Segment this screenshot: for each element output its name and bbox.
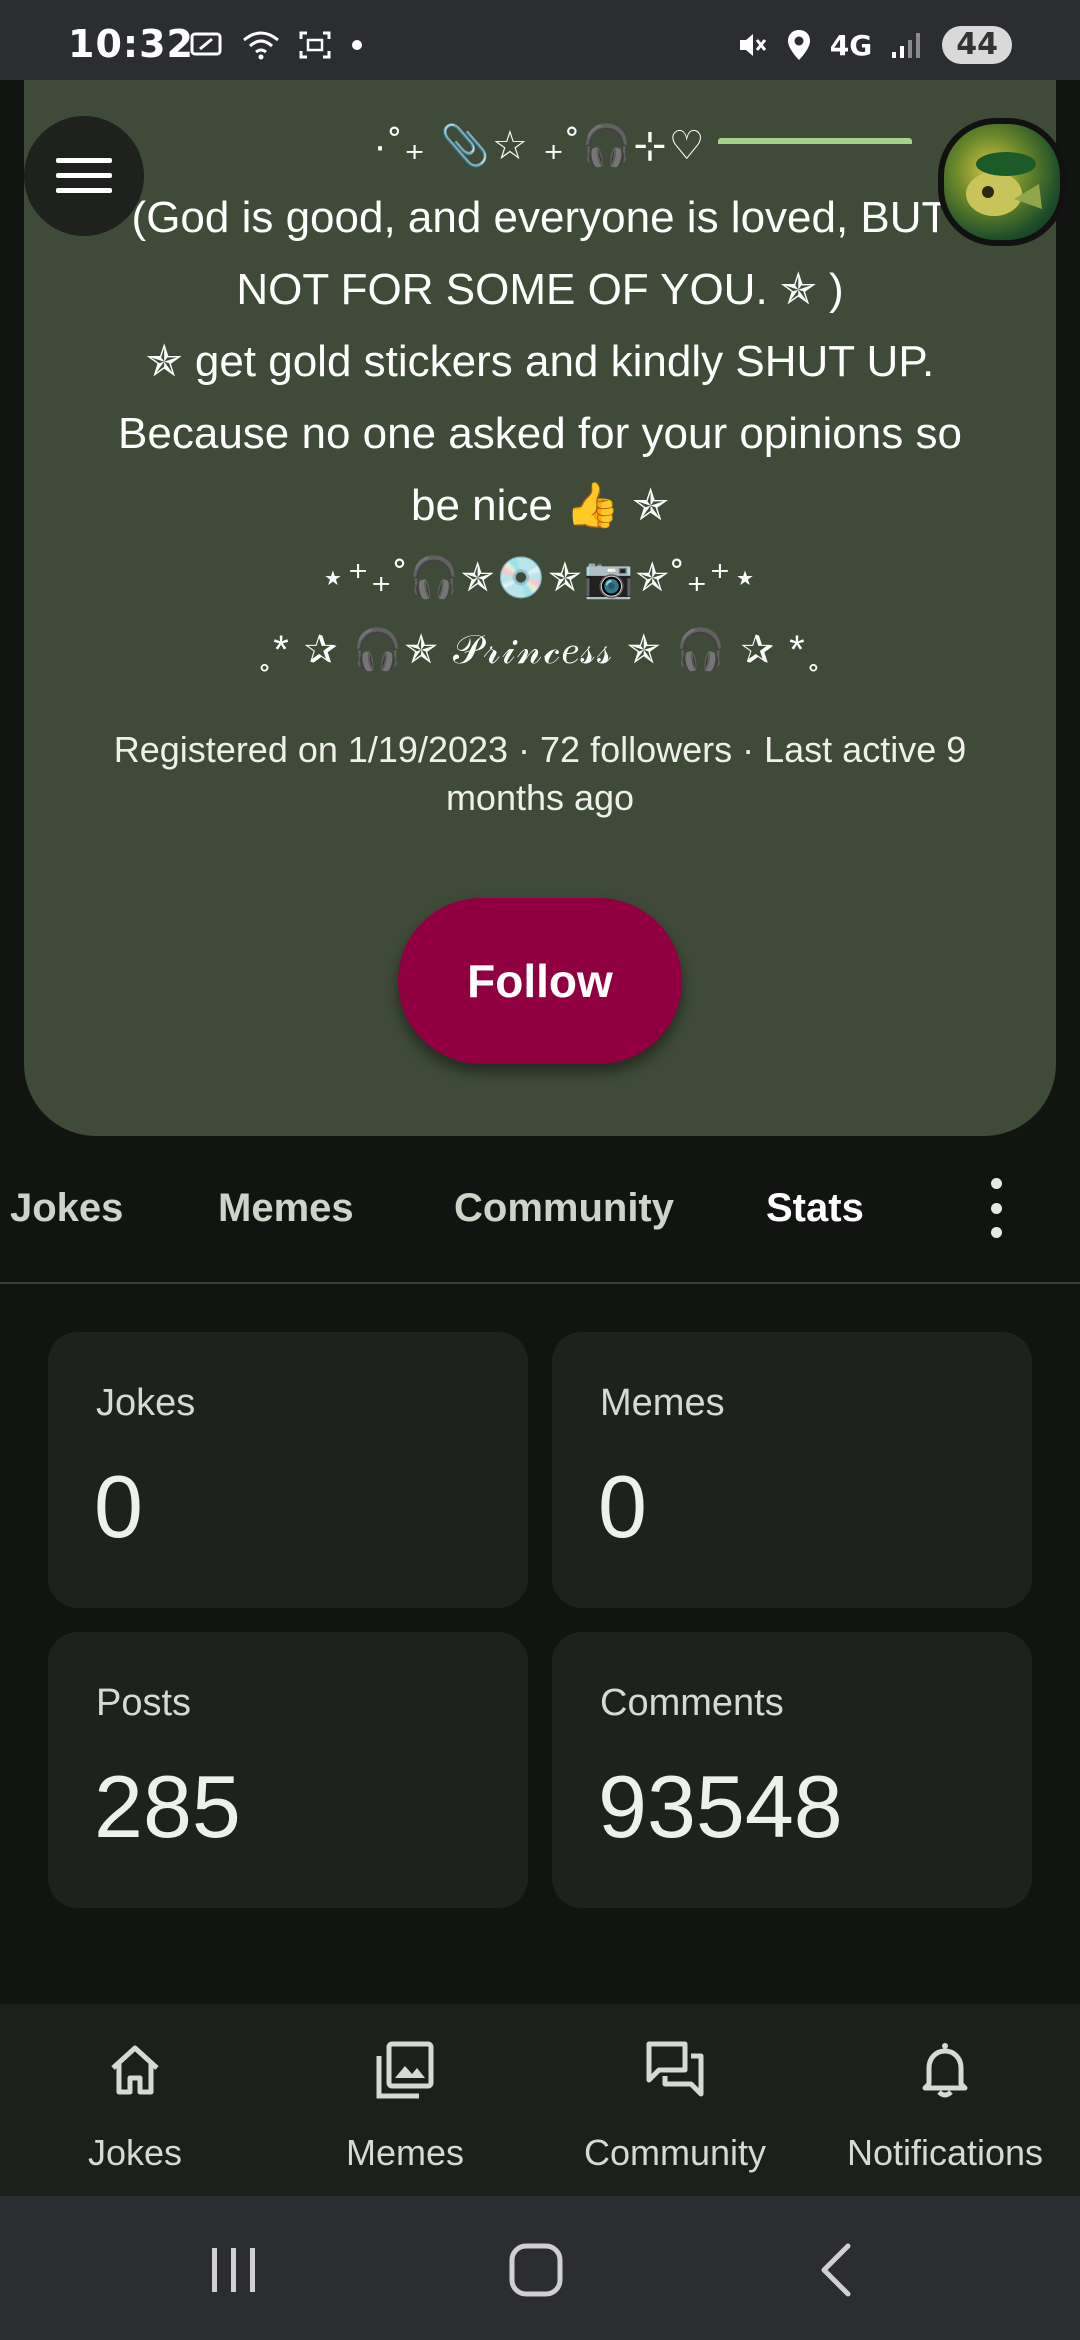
system-navigation-bar (0, 2196, 1080, 2340)
tabs-divider (0, 1282, 1080, 1284)
more-vert-icon-dot (990, 1202, 1002, 1214)
more-vert-icon (990, 1178, 1002, 1189)
status-bar: 10:32 4G 44 (0, 0, 1080, 80)
signal-icon (892, 33, 921, 58)
forum-icon (646, 2041, 704, 2097)
stat-label: Jokes (96, 1382, 196, 1424)
bio-line: NOT FOR SOME OF YOU. ✯ ) (236, 265, 844, 314)
stat-label: Memes (600, 1382, 725, 1424)
tab-stats[interactable]: Stats (766, 1186, 864, 1231)
stat-value: 93548 (598, 1757, 843, 1856)
nav-item-notifications[interactable]: Notifications (810, 2004, 1080, 2196)
status-right-icons: 4G 44 (736, 26, 1012, 64)
follow-button[interactable]: Follow (398, 898, 682, 1064)
more-options-button[interactable] (978, 1178, 1014, 1238)
tab-jokes[interactable]: Jokes (10, 1186, 123, 1231)
stat-card-posts: Posts 285 (48, 1632, 528, 1908)
screenshot-icon (299, 31, 331, 59)
home-button-icon[interactable] (506, 2240, 566, 2300)
bio-line: ✯ get gold stickers and kindly SHUT UP. (145, 337, 935, 386)
profile-meta: Registered on 1/19/2023 · 72 followers ·… (113, 729, 967, 818)
wifi-icon (243, 31, 279, 60)
bell-icon (922, 2043, 968, 2098)
stat-label: Posts (96, 1682, 192, 1724)
stat-label: Comments (600, 1682, 784, 1724)
profile-bio: ·˚₊ 📎☆ ₊˚🎧⊹♡ (God is good, and everyone … (60, 110, 1020, 686)
tab-community[interactable]: Community (454, 1186, 674, 1231)
notification-dot-icon (352, 40, 362, 50)
stat-card-memes: Memes 0 (552, 1332, 1032, 1608)
back-icon[interactable] (808, 2240, 868, 2300)
image-gallery-icon (376, 2041, 434, 2099)
stat-value: 285 (94, 1757, 241, 1856)
stat-card-jokes: Jokes 0 (48, 1332, 528, 1608)
home-icon (111, 2045, 159, 2095)
stat-value: 0 (598, 1457, 647, 1556)
network-type: 4G (829, 28, 873, 62)
status-left-icons (190, 30, 364, 60)
bottom-navigation: Jokes Memes Community Notifications (0, 2004, 1080, 2196)
avatar-image (966, 152, 1042, 216)
battery-indicator: 44 (942, 26, 1012, 64)
bio-line: ˳* ✰ 🎧✯ 𝒫𝓇𝒾𝓃𝒸𝑒𝓈𝓈 ✯ 🎧 ✰ *˳ (257, 628, 823, 672)
nav-item-community[interactable]: Community (540, 2004, 810, 2196)
nav-label: Notifications (846, 2132, 1044, 2173)
location-icon (787, 30, 810, 60)
stat-value: 0 (94, 1457, 143, 1556)
bio-line: (God is good, and everyone is loved, BUT (131, 193, 949, 242)
hamburger-menu-icon (56, 158, 112, 193)
nav-item-jokes[interactable]: Jokes (0, 2004, 270, 2196)
status-time: 10:32 (68, 22, 194, 66)
tab-memes[interactable]: Memes (218, 1186, 354, 1231)
bio-line: Because no one asked for your opinions s… (118, 409, 962, 458)
profile-avatar[interactable] (938, 118, 1066, 246)
mute-icon (739, 34, 766, 56)
nav-label: Jokes (87, 2132, 183, 2173)
bio-line: ·˚₊ 📎☆ ₊˚🎧⊹♡ (373, 124, 707, 168)
nav-label: Community (583, 2132, 767, 2173)
bio-line: be nice 👍 ✯ (411, 481, 669, 530)
more-vert-icon-dot (990, 1227, 1002, 1238)
bio-line: ⋆⁺₊˚🎧✯💿✯📷✯˚₊⁺⋆ (320, 556, 760, 600)
menu-button[interactable] (24, 116, 144, 236)
nav-item-memes[interactable]: Memes (270, 2004, 540, 2196)
profile-tabs: Jokes Memes Community Stats (0, 1136, 1080, 1284)
recent-apps-icon[interactable] (204, 2240, 264, 2300)
stat-card-comments: Comments 93548 (552, 1632, 1032, 1908)
nav-label: Memes (345, 2132, 465, 2173)
screencast-icon (190, 32, 222, 56)
